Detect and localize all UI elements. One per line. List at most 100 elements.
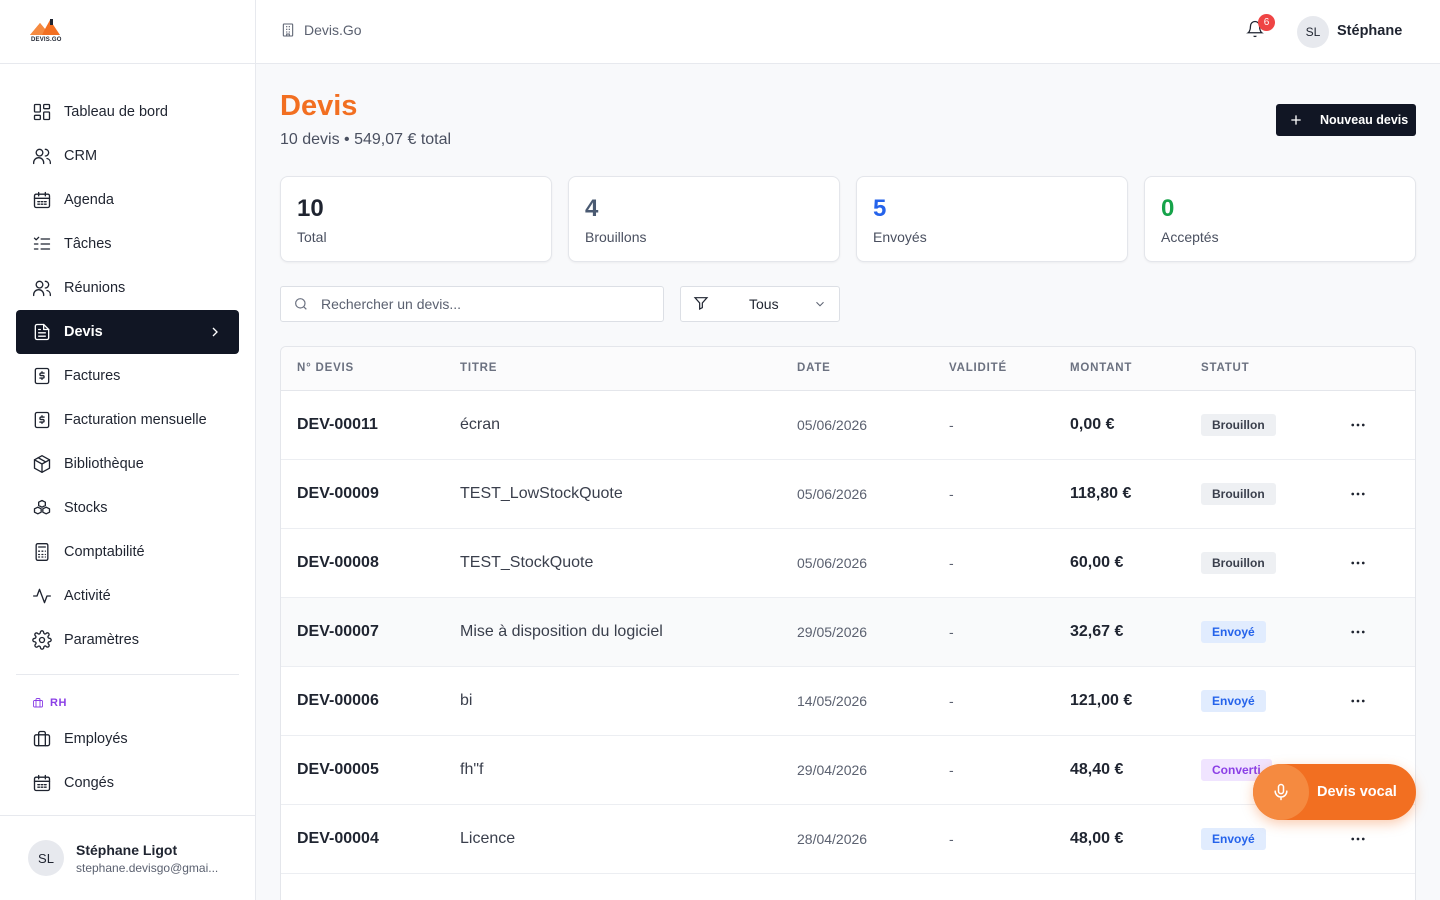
sidebar-item-conges[interactable]: Congés [16,761,239,805]
status-filter-select[interactable]: Tous [680,286,840,322]
quote-validity: - [949,486,954,502]
sidebar-item-parametres[interactable]: Paramètres [16,618,239,662]
notification-count-badge: 6 [1258,14,1275,31]
voice-quote-button[interactable]: Devis vocal [1253,764,1416,820]
quote-title: bi [460,692,473,709]
more-actions-icon[interactable] [1349,692,1367,710]
sidebar-item-label: Agenda [64,192,114,208]
quote-date: 29/04/2026 [797,762,868,778]
sidebar-item-label: Paramètres [64,632,139,648]
column-header-amount[interactable]: MONTANT [1070,362,1132,374]
table-row[interactable]: DEV-00004 Licence 28/04/2026 - 48,00 € E… [281,805,1415,874]
status-badge: Envoyé [1201,621,1266,643]
table-row[interactable]: DEV-00006 bi 14/05/2026 - 121,00 € Envoy… [281,667,1415,736]
quote-date: 05/06/2026 [797,486,868,502]
user-info: Stéphane Ligot stephane.devisgo@gmai... [76,842,218,875]
table-header: N° DEVIS TITRE DATE VALIDITÉ MONTANT STA… [281,347,1415,391]
sidebar-item-comptabilite[interactable]: Comptabilité [16,530,239,574]
stat-label: Total [297,229,327,245]
sidebar-item-reunions[interactable]: Réunions [16,266,239,310]
gear-icon [32,630,52,650]
dashboard-icon [32,102,52,122]
column-header-date[interactable]: DATE [797,362,831,374]
sidebar-divider [16,674,239,675]
breadcrumb[interactable]: Devis.Go [280,22,362,38]
quote-date: 28/04/2026 [797,831,868,847]
document-icon [32,322,52,342]
stat-value: 4 [585,195,599,222]
sidebar-item-label: Tâches [64,236,112,252]
more-actions-icon[interactable] [1349,623,1367,641]
package-icon [32,454,52,474]
quote-amount: 121,00 € [1070,692,1133,709]
status-badge: Envoyé [1201,828,1266,850]
quote-validity: - [949,762,954,778]
sidebar-item-facturation-mensuelle[interactable]: Facturation mensuelle [16,398,239,442]
activity-icon [32,586,52,606]
quote-validity: - [949,624,954,640]
more-actions-icon[interactable] [1349,554,1367,572]
brand-logo[interactable]: DEVIS.GO [28,17,62,47]
quote-amount: 48,00 € [1070,830,1124,847]
quote-amount: 32,67 € [1070,623,1124,640]
sidebar-user-card[interactable]: SL Stéphane Ligot stephane.devisgo@gmai.… [0,815,255,900]
table-row[interactable]: DEV-00008 TEST_StockQuote 05/06/2026 - 6… [281,529,1415,598]
sidebar: DEVIS.GO Tableau de bord CRM Agenda Tâch… [0,0,256,900]
quote-title: Licence [460,830,516,847]
stat-value: 0 [1161,195,1175,222]
sidebar-item-crm[interactable]: CRM [16,134,239,178]
more-actions-icon[interactable] [1349,416,1367,434]
voice-quote-label: Devis vocal [1317,784,1397,800]
stat-value: 10 [297,195,324,222]
page-title: Devis [280,90,358,122]
sidebar-item-agenda[interactable]: Agenda [16,178,239,222]
new-quote-button[interactable]: Nouveau devis [1276,104,1416,136]
column-header-title[interactable]: TITRE [460,362,497,374]
sidebar-item-label: Bibliothèque [64,456,144,472]
table-row[interactable]: DEV-00007 Mise à disposition du logiciel… [281,598,1415,667]
sidebar-item-label: Devis [64,324,103,340]
quote-validity: - [949,417,954,433]
more-actions-icon[interactable] [1349,830,1367,848]
filter-value: Tous [749,296,779,312]
column-header-validity[interactable]: VALIDITÉ [949,362,1007,374]
table-row[interactable]: DEV-00011 écran 05/06/2026 - 0,00 € Brou… [281,391,1415,460]
sidebar-item-bibliotheque[interactable]: Bibliothèque [16,442,239,486]
calendar-icon [32,773,52,793]
table-row[interactable]: DEV-00005 fh"f 29/04/2026 - 48,40 € Conv… [281,736,1415,805]
meeting-icon [32,278,52,298]
table-row[interactable]: DEV-00009 TEST_LowStockQuote 05/06/2026 … [281,460,1415,529]
task-list-icon [32,234,52,254]
building-icon [282,23,294,37]
more-actions-icon[interactable] [1349,485,1367,503]
search-input[interactable] [321,296,641,312]
quote-amount: 48,40 € [1070,761,1124,778]
status-badge: Envoyé [1201,690,1266,712]
briefcase-icon [33,698,43,708]
search-box [280,286,664,322]
sidebar-item-devis[interactable]: Devis [16,310,239,354]
status-badge: Brouillon [1201,414,1276,436]
quote-validity: - [949,555,954,571]
sidebar-item-employes[interactable]: Employés [16,717,239,761]
sidebar-item-factures[interactable]: Factures [16,354,239,398]
avatar[interactable]: SL [1297,16,1329,48]
stat-label: Acceptés [1161,229,1219,245]
column-header-status[interactable]: STATUT [1201,362,1249,374]
column-header-num[interactable]: N° DEVIS [297,362,354,374]
quote-amount: 60,00 € [1070,554,1124,571]
user-menu-name[interactable]: Stéphane [1337,23,1402,39]
stat-card-envoyes: 5 Envoyés [856,176,1128,262]
sidebar-item-taches[interactable]: Tâches [16,222,239,266]
sidebar-item-activite[interactable]: Activité [16,574,239,618]
sidebar-item-tableau-de-bord[interactable]: Tableau de bord [16,90,239,134]
sidebar-item-stocks[interactable]: Stocks [16,486,239,530]
quote-number: DEV-00008 [297,554,379,571]
plus-icon [1291,115,1301,125]
stat-card-total: 10 Total [280,176,552,262]
quote-number: DEV-00006 [297,692,379,709]
top-bar: Devis.Go 6 SL Stéphane [256,0,1440,64]
briefcase-icon [32,729,52,749]
quote-date: 05/06/2026 [797,555,868,571]
sidebar-item-label: Employés [64,731,128,747]
